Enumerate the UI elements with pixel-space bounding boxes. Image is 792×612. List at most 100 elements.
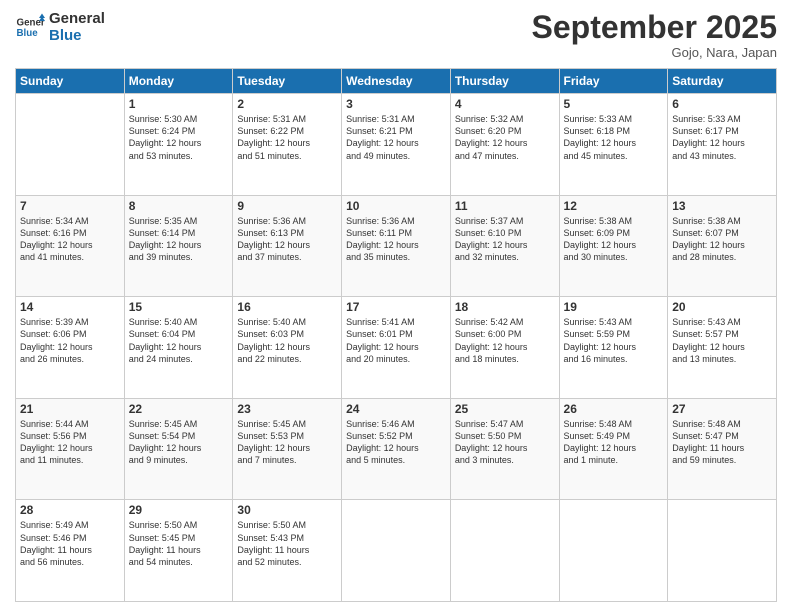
day-number: 8 [129, 199, 229, 213]
col-tuesday: Tuesday [233, 69, 342, 94]
calendar-table: Sunday Monday Tuesday Wednesday Thursday… [15, 68, 777, 602]
day-number: 30 [237, 503, 337, 517]
calendar-cell: 29 Sunrise: 5:50 AM Sunset: 5:45 PM Dayli… [124, 500, 233, 602]
calendar-cell [16, 94, 125, 196]
cell-info: Sunrise: 5:39 AM Sunset: 6:06 PM Dayligh… [20, 316, 120, 365]
cell-info: Sunrise: 5:46 AM Sunset: 5:52 PM Dayligh… [346, 418, 446, 467]
logo: General Blue General Blue [15, 10, 105, 45]
day-number: 9 [237, 199, 337, 213]
cell-info: Sunrise: 5:44 AM Sunset: 5:56 PM Dayligh… [20, 418, 120, 467]
cell-info: Sunrise: 5:33 AM Sunset: 6:17 PM Dayligh… [672, 113, 772, 162]
col-wednesday: Wednesday [342, 69, 451, 94]
day-number: 20 [672, 300, 772, 314]
calendar-cell: 4 Sunrise: 5:32 AM Sunset: 6:20 PM Daylig… [450, 94, 559, 196]
calendar-cell [450, 500, 559, 602]
svg-text:Blue: Blue [17, 28, 39, 39]
logo-blue: Blue [49, 27, 105, 44]
calendar-cell: 22 Sunrise: 5:45 AM Sunset: 5:54 PM Dayli… [124, 398, 233, 500]
cell-info: Sunrise: 5:36 AM Sunset: 6:11 PM Dayligh… [346, 215, 446, 264]
calendar-cell: 3 Sunrise: 5:31 AM Sunset: 6:21 PM Daylig… [342, 94, 451, 196]
calendar-cell: 14 Sunrise: 5:39 AM Sunset: 6:06 PM Dayli… [16, 297, 125, 399]
week-row-4: 21 Sunrise: 5:44 AM Sunset: 5:56 PM Dayli… [16, 398, 777, 500]
col-thursday: Thursday [450, 69, 559, 94]
cell-info: Sunrise: 5:50 AM Sunset: 5:45 PM Dayligh… [129, 519, 229, 568]
calendar-cell: 15 Sunrise: 5:40 AM Sunset: 6:04 PM Dayli… [124, 297, 233, 399]
day-number: 3 [346, 97, 446, 111]
calendar-cell: 19Sunrise: 5:43 AM Sunset: 5:59 PM Dayli… [559, 297, 668, 399]
calendar-cell: 6 Sunrise: 5:33 AM Sunset: 6:17 PM Daylig… [668, 94, 777, 196]
calendar-cell: 9 Sunrise: 5:36 AM Sunset: 6:13 PM Daylig… [233, 195, 342, 297]
cell-info: Sunrise: 5:30 AM Sunset: 6:24 PM Dayligh… [129, 113, 229, 162]
day-number: 27 [672, 402, 772, 416]
calendar-cell: 27 Sunrise: 5:48 AM Sunset: 5:47 PM Dayli… [668, 398, 777, 500]
day-number: 24 [346, 402, 446, 416]
cell-info: Sunrise: 5:36 AM Sunset: 6:13 PM Dayligh… [237, 215, 337, 264]
day-number: 25 [455, 402, 555, 416]
day-number: 28 [20, 503, 120, 517]
cell-info: Sunrise: 5:40 AM Sunset: 6:04 PM Dayligh… [129, 316, 229, 365]
day-number: 29 [129, 503, 229, 517]
month-title: September 2025 [532, 10, 777, 45]
logo-icon: General Blue [15, 12, 45, 42]
page: General Blue General Blue September 2025… [0, 0, 792, 612]
calendar-cell: 21 Sunrise: 5:44 AM Sunset: 5:56 PM Dayli… [16, 398, 125, 500]
calendar-cell: 30Sunrise: 5:50 AM Sunset: 5:43 PM Dayli… [233, 500, 342, 602]
calendar-cell: 20 Sunrise: 5:43 AM Sunset: 5:57 PM Dayli… [668, 297, 777, 399]
week-row-5: 28 Sunrise: 5:49 AM Sunset: 5:46 PM Dayli… [16, 500, 777, 602]
calendar-cell: 1 Sunrise: 5:30 AM Sunset: 6:24 PM Daylig… [124, 94, 233, 196]
calendar-cell: 28 Sunrise: 5:49 AM Sunset: 5:46 PM Dayli… [16, 500, 125, 602]
header: General Blue General Blue September 2025… [15, 10, 777, 60]
cell-info: Sunrise: 5:33 AM Sunset: 6:18 PM Dayligh… [564, 113, 664, 162]
day-number: 11 [455, 199, 555, 213]
col-saturday: Saturday [668, 69, 777, 94]
day-number: 23 [237, 402, 337, 416]
calendar-cell: 24 Sunrise: 5:46 AM Sunset: 5:52 PM Dayli… [342, 398, 451, 500]
cell-info: Sunrise: 5:37 AM Sunset: 6:10 PM Dayligh… [455, 215, 555, 264]
cell-info: Sunrise: 5:38 AM Sunset: 6:09 PM Dayligh… [564, 215, 664, 264]
calendar-cell: 18Sunrise: 5:42 AM Sunset: 6:00 PM Dayli… [450, 297, 559, 399]
calendar-cell: 23 Sunrise: 5:45 AM Sunset: 5:53 PM Dayli… [233, 398, 342, 500]
day-number: 4 [455, 97, 555, 111]
day-number: 2 [237, 97, 337, 111]
logo-general: General [49, 10, 105, 27]
calendar-cell: 5 Sunrise: 5:33 AM Sunset: 6:18 PM Daylig… [559, 94, 668, 196]
cell-info: Sunrise: 5:47 AM Sunset: 5:50 PM Dayligh… [455, 418, 555, 467]
day-number: 15 [129, 300, 229, 314]
calendar-cell [342, 500, 451, 602]
day-number: 22 [129, 402, 229, 416]
cell-info: Sunrise: 5:35 AM Sunset: 6:14 PM Dayligh… [129, 215, 229, 264]
calendar-cell: 12Sunrise: 5:38 AM Sunset: 6:09 PM Dayli… [559, 195, 668, 297]
cell-info: Sunrise: 5:48 AM Sunset: 5:47 PM Dayligh… [672, 418, 772, 467]
day-number: 5 [564, 97, 664, 111]
cell-info: Sunrise: 5:45 AM Sunset: 5:53 PM Dayligh… [237, 418, 337, 467]
calendar-cell: 8 Sunrise: 5:35 AM Sunset: 6:14 PM Daylig… [124, 195, 233, 297]
calendar-cell: 13Sunrise: 5:38 AM Sunset: 6:07 PM Dayli… [668, 195, 777, 297]
day-number: 6 [672, 97, 772, 111]
day-number: 16 [237, 300, 337, 314]
day-number: 10 [346, 199, 446, 213]
week-row-2: 7 Sunrise: 5:34 AM Sunset: 6:16 PM Daylig… [16, 195, 777, 297]
cell-info: Sunrise: 5:45 AM Sunset: 5:54 PM Dayligh… [129, 418, 229, 467]
cell-info: Sunrise: 5:31 AM Sunset: 6:21 PM Dayligh… [346, 113, 446, 162]
day-number: 7 [20, 199, 120, 213]
day-number: 14 [20, 300, 120, 314]
day-number: 17 [346, 300, 446, 314]
calendar-cell: 16 Sunrise: 5:40 AM Sunset: 6:03 PM Dayli… [233, 297, 342, 399]
week-row-3: 14 Sunrise: 5:39 AM Sunset: 6:06 PM Dayli… [16, 297, 777, 399]
cell-info: Sunrise: 5:40 AM Sunset: 6:03 PM Dayligh… [237, 316, 337, 365]
col-friday: Friday [559, 69, 668, 94]
calendar-cell [668, 500, 777, 602]
calendar-cell: 26 Sunrise: 5:48 AM Sunset: 5:49 PM Dayli… [559, 398, 668, 500]
day-number: 21 [20, 402, 120, 416]
cell-info: Sunrise: 5:43 AM Sunset: 5:57 PM Dayligh… [672, 316, 772, 365]
col-sunday: Sunday [16, 69, 125, 94]
cell-info: Sunrise: 5:49 AM Sunset: 5:46 PM Dayligh… [20, 519, 120, 568]
cell-info: Sunrise: 5:38 AM Sunset: 6:07 PM Dayligh… [672, 215, 772, 264]
day-number: 18 [455, 300, 555, 314]
cell-info: Sunrise: 5:48 AM Sunset: 5:49 PM Dayligh… [564, 418, 664, 467]
cell-info: Sunrise: 5:32 AM Sunset: 6:20 PM Dayligh… [455, 113, 555, 162]
day-number: 26 [564, 402, 664, 416]
calendar-cell: 10 Sunrise: 5:36 AM Sunset: 6:11 PM Dayli… [342, 195, 451, 297]
day-number: 1 [129, 97, 229, 111]
cell-info: Sunrise: 5:34 AM Sunset: 6:16 PM Dayligh… [20, 215, 120, 264]
